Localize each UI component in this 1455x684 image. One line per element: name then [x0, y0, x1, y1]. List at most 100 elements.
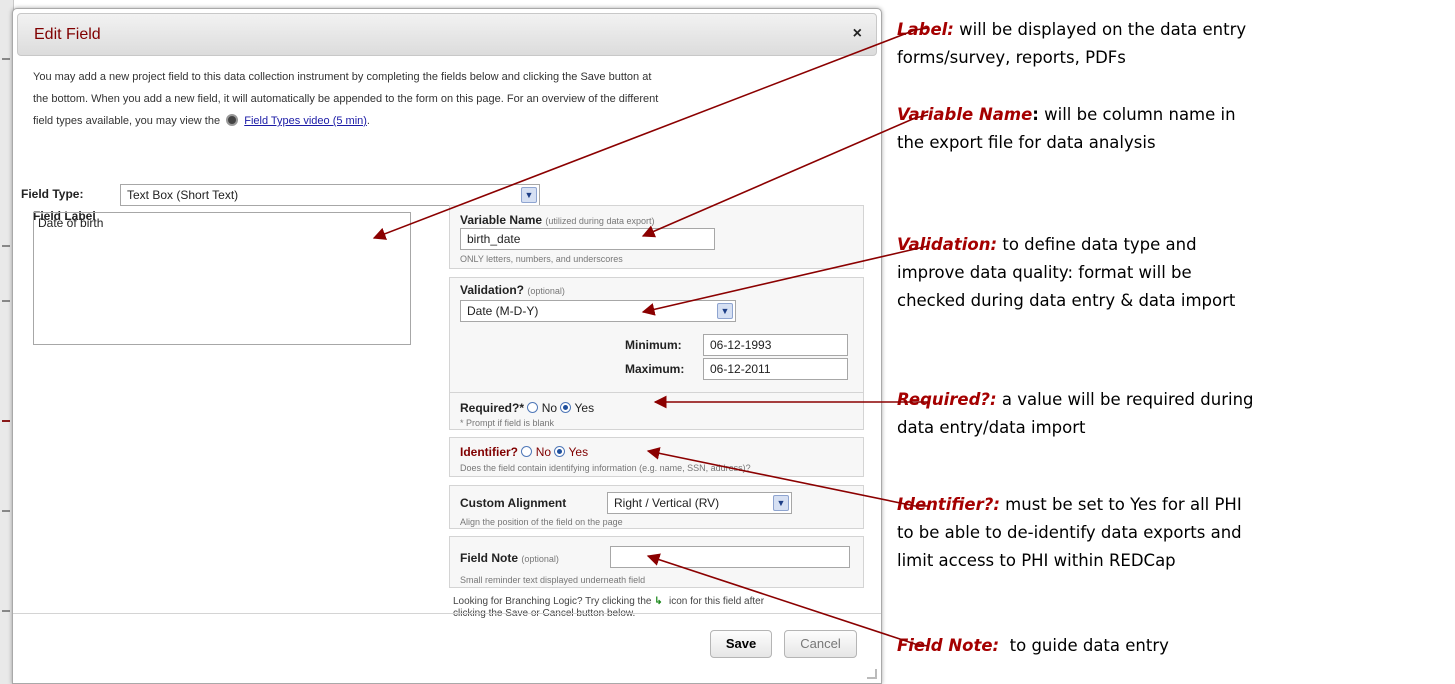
variable-name-label-row: Variable Name (utilized during data expo… [460, 213, 654, 227]
identifier-row: Identifier? No Yes [460, 445, 588, 459]
required-label: Required?* [460, 401, 525, 415]
annotation-text: to define data type and [997, 235, 1197, 254]
validation-label-row: Validation? (optional) [460, 283, 565, 297]
field-note-note: Small reminder text displayed underneath… [460, 575, 646, 585]
identifier-note: Does the field contain identifying infor… [460, 463, 751, 473]
annotation-line: improve data quality: format will be [897, 263, 1192, 282]
identifier-yes-label[interactable]: Yes [569, 445, 589, 459]
chevron-down-icon[interactable]: ▼ [773, 495, 789, 511]
edit-field-dialog: Edit Field × You may add a new project f… [12, 8, 882, 684]
annotation-text: will be displayed on the data entry [953, 20, 1247, 39]
annotation-line: to be able to de-identify data exports a… [897, 523, 1242, 542]
annotation-line: Identifier?: must be set to Yes for all … [897, 491, 1442, 519]
film-reel-icon [226, 114, 239, 126]
dialog-title: Edit Field [34, 26, 101, 43]
field-note-label-row: Field Note (optional) [460, 551, 559, 565]
validation-section: Validation? (optional) Date (M-D-Y) ▼ Mi… [449, 277, 864, 393]
annotation-identifier: Identifier?: must be set to Yes for all … [897, 491, 1442, 575]
annotation-key: Variable Name [897, 105, 1033, 124]
annotation-line: forms/survey, reports, PDFs [897, 48, 1126, 67]
identifier-label: Identifier? [460, 445, 519, 459]
cancel-button[interactable]: Cancel [784, 630, 857, 658]
annotation-key: Field Note: [897, 636, 1000, 655]
annotation-line: the export file for data analysis [897, 133, 1156, 152]
identifier-section: Identifier? No Yes Does the field contai… [449, 437, 864, 477]
alignment-select[interactable]: Right / Vertical (RV) ▼ [607, 492, 792, 514]
annotation-line: Variable Name: will be column name in [897, 101, 1442, 129]
annotation-line: Label: will be displayed on the data ent… [897, 16, 1442, 44]
annotation-line: checked during data entry & data import [897, 291, 1236, 310]
variable-name-label: Variable Name [460, 213, 543, 227]
annotation-line: Validation: to define data type and [897, 231, 1442, 259]
annotation-label: Label: will be displayed on the data ent… [897, 16, 1442, 72]
identifier-yes-radio[interactable] [554, 446, 566, 457]
background-mark [2, 510, 10, 512]
save-button[interactable]: Save [710, 630, 772, 658]
annotation-variable-name: Variable Name: will be column name in th… [897, 101, 1442, 157]
variable-name-section: Variable Name (utilized during data expo… [449, 205, 864, 269]
required-section: Required?* No Yes * Prompt if field is b… [449, 392, 864, 430]
annotation-key: Identifier?: [897, 495, 1000, 514]
annotation-line: Field Note: to guide data entry [897, 632, 1442, 660]
annotation-validation: Validation: to define data type and impr… [897, 231, 1442, 315]
minimum-label: Minimum: [625, 338, 682, 352]
alignment-note: Align the position of the field on the p… [460, 517, 623, 527]
annotation-line: data entry/data import [897, 418, 1086, 437]
validation-label: Validation? [460, 283, 525, 297]
background-mark [2, 245, 10, 247]
chevron-down-icon[interactable]: ▼ [521, 187, 537, 203]
close-icon[interactable]: × [853, 25, 862, 43]
background-mark [2, 610, 10, 612]
validation-hint: (optional) [527, 286, 565, 296]
intro-line: field types available, you may view the … [33, 110, 853, 132]
maximum-input[interactable]: 06-12-2011 [703, 358, 848, 380]
annotation-required: Required?: a value will be required duri… [897, 386, 1442, 442]
intro-line: You may add a new project field to this … [33, 71, 652, 83]
background-mark [2, 420, 10, 422]
field-note-section: Field Note (optional) Small reminder tex… [449, 536, 864, 588]
intro-text: You may add a new project field to this … [33, 66, 853, 132]
identifier-no-label[interactable]: No [536, 445, 551, 459]
intro-line: the bottom. When you add a new field, it… [33, 93, 659, 105]
field-label-textarea[interactable]: Date of birth [33, 212, 411, 345]
variable-name-hint: (utilized during data export) [545, 216, 655, 226]
validation-value: Date (M-D-Y) [467, 304, 539, 318]
branching-text: Looking for Branching Logic? Try clickin… [453, 596, 652, 607]
required-row: Required?* No Yes [460, 401, 594, 415]
annotation-key: Validation: [897, 235, 998, 254]
minimum-input[interactable]: 06-12-1993 [703, 334, 848, 356]
required-yes-radio[interactable] [560, 402, 572, 413]
background-mark [2, 300, 10, 302]
background-mark [2, 58, 10, 60]
field-type-select[interactable]: Text Box (Short Text) ▼ [120, 184, 540, 206]
annotation-colon: : [1032, 105, 1039, 124]
branching-text: icon for this field after [669, 596, 765, 607]
required-no-radio[interactable] [527, 402, 539, 413]
required-no-label[interactable]: No [542, 401, 557, 415]
branching-logic-hint: Looking for Branching Logic? Try clickin… [453, 596, 873, 620]
branching-arrow-icon: ↳ [654, 596, 663, 607]
field-types-video-link[interactable]: Field Types video (5 min) [244, 115, 367, 127]
annotation-text: must be set to Yes for all PHI [999, 495, 1242, 514]
annotation-key: Label: [897, 20, 954, 39]
intro-period: . [366, 115, 370, 127]
annotation-line: limit access to PHI within REDCap [897, 551, 1176, 570]
field-note-label: Field Note [460, 551, 519, 565]
required-note: * Prompt if field is blank [460, 418, 555, 428]
field-note-input[interactable] [610, 546, 850, 568]
required-yes-label[interactable]: Yes [575, 401, 595, 415]
field-type-label: Field Type: [21, 187, 84, 201]
annotation-text: will be column name in [1038, 105, 1236, 124]
annotation-field-note: Field Note: to guide data entry [897, 632, 1442, 660]
intro-line-text: field types available, you may view the [33, 115, 221, 127]
identifier-no-radio[interactable] [521, 446, 533, 457]
chevron-down-icon[interactable]: ▼ [717, 303, 733, 319]
resize-grip-icon[interactable] [867, 669, 877, 679]
variable-name-input[interactable]: birth_date [460, 228, 715, 250]
field-type-value: Text Box (Short Text) [127, 188, 239, 202]
footer-divider [13, 613, 881, 614]
variable-name-note: ONLY letters, numbers, and underscores [460, 254, 623, 264]
alignment-label: Custom Alignment [460, 496, 567, 510]
validation-select[interactable]: Date (M-D-Y) ▼ [460, 300, 736, 322]
annotation-text: to guide data entry [999, 636, 1169, 655]
